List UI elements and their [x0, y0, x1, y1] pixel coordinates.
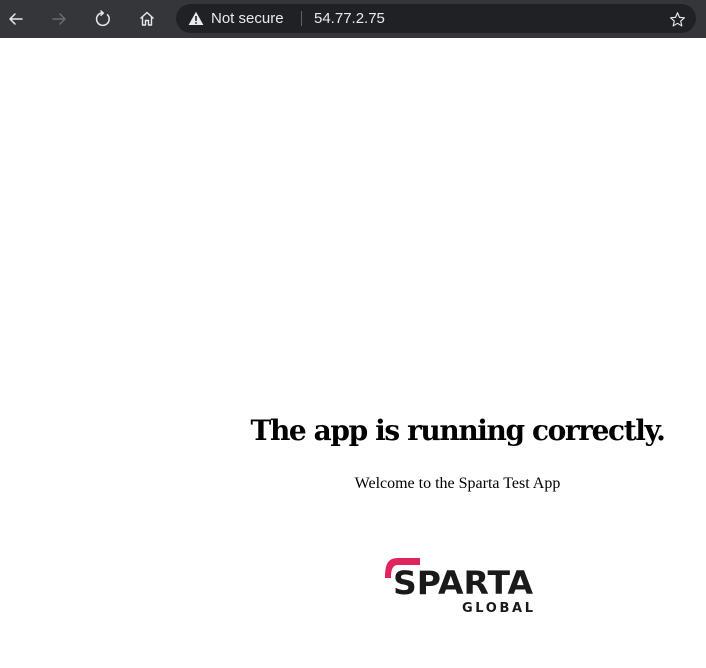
home-icon	[140, 11, 154, 26]
forward-button[interactable]	[45, 5, 73, 33]
back-arrow-icon	[9, 13, 23, 25]
bookmark-button[interactable]	[667, 9, 687, 29]
reload-icon	[95, 10, 110, 27]
address-divider	[301, 11, 302, 26]
sparta-global-logo: SPARTA GLOBAL	[385, 558, 533, 615]
logo-wordmark-sparta: SPARTA	[393, 564, 533, 602]
page-heading: The app is running correctly.	[250, 414, 666, 447]
star-icon	[669, 11, 685, 27]
logo-wordmark-global: GLOBAL	[462, 601, 533, 615]
url-text[interactable]: 54.77.2.75	[314, 4, 385, 33]
forward-arrow-icon	[52, 13, 66, 25]
reload-button[interactable]	[89, 5, 117, 33]
page-content: The app is running correctly. Welcome to…	[0, 38, 706, 668]
security-label: Not secure	[211, 10, 284, 27]
security-indicator[interactable]: Not secure	[188, 4, 284, 33]
home-button[interactable]	[133, 5, 161, 33]
back-button[interactable]	[2, 5, 30, 33]
address-bar[interactable]: Not secure 54.77.2.75	[176, 4, 696, 33]
warning-triangle-icon	[188, 11, 204, 25]
browser-toolbar: Not secure 54.77.2.75	[0, 0, 706, 38]
welcome-message: Welcome to the Sparta Test App	[354, 475, 561, 492]
